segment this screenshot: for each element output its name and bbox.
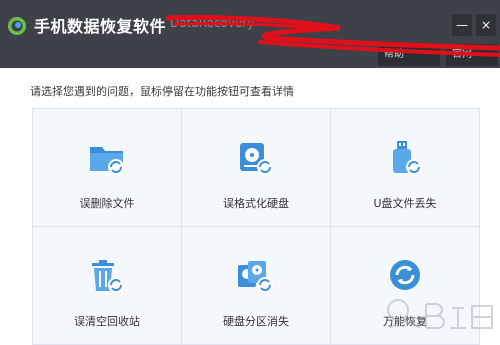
help-button-label: 帮助 xyxy=(384,49,404,60)
app-title: 手机数据恢复软件 xyxy=(34,17,167,36)
title-bar: 手机数据恢复软件 DataRecovery — × 帮助 官网 xyxy=(0,0,500,68)
close-icon: × xyxy=(480,18,492,32)
website-button[interactable]: 官网 xyxy=(446,44,498,66)
option-universal-recovery[interactable]: 万能恢复 xyxy=(331,227,480,345)
website-button-label: 官网 xyxy=(452,49,472,60)
option-label: 误格式化硬盘 xyxy=(223,197,289,210)
minimize-icon: — xyxy=(456,18,468,32)
disk-recover-icon xyxy=(240,143,273,175)
option-label: 误删除文件 xyxy=(79,197,135,210)
option-emptied-recycle-bin[interactable]: 误清空回收站 xyxy=(33,227,182,345)
app-subtitle: DataRecovery xyxy=(170,16,255,30)
usb-recover-icon xyxy=(393,141,422,175)
close-button[interactable]: × xyxy=(476,14,496,36)
option-label: 误清空回收站 xyxy=(74,315,140,328)
option-label: U盘文件丢失 xyxy=(373,197,437,210)
folder-recover-icon xyxy=(90,147,124,175)
option-label: 硬盘分区消失 xyxy=(223,315,289,328)
partition-recover-icon xyxy=(238,261,273,293)
option-partition-lost[interactable]: 硬盘分区消失 xyxy=(182,227,331,345)
recycle-bin-recover-icon xyxy=(92,260,124,293)
instruction-text: 请选择您遇到的问题，鼠标停留在功能按钮可查看详情 xyxy=(30,85,294,98)
app-logo-icon xyxy=(8,17,26,35)
option-deleted-files[interactable]: 误删除文件 xyxy=(33,109,182,227)
option-label: 万能恢复 xyxy=(383,315,427,328)
option-grid: 误删除文件 误格式化硬盘 U盘文件丢失 误清空回收站 硬盘分区消失 万能恢复 xyxy=(32,108,481,345)
option-usb-lost[interactable]: U盘文件丢失 xyxy=(331,109,480,227)
minimize-button[interactable]: — xyxy=(452,14,472,36)
universal-recover-icon xyxy=(390,260,420,290)
option-formatted-disk[interactable]: 误格式化硬盘 xyxy=(182,109,331,227)
help-button[interactable]: 帮助 xyxy=(378,44,440,66)
